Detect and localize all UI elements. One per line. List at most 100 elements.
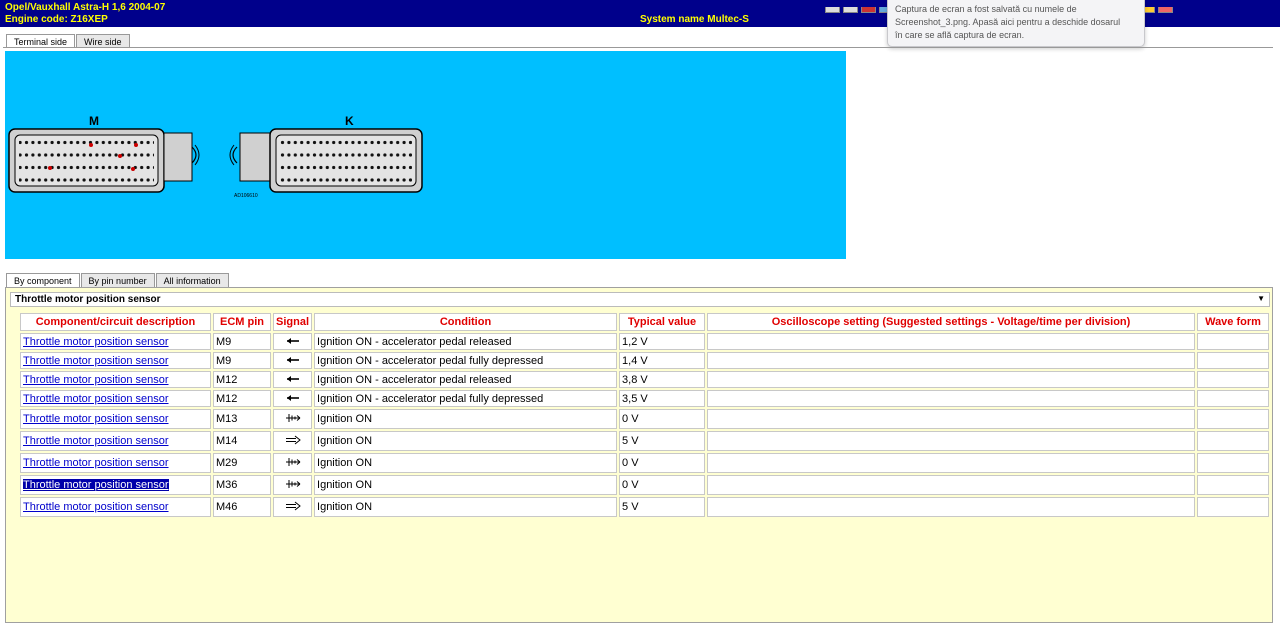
wave-form-cell	[1197, 371, 1270, 388]
info-tabs: By component By pin number All informati…	[6, 273, 230, 287]
table-row[interactable]: Throttle motor position sensor M14 Ignitio…	[20, 431, 1270, 451]
signal-cell	[273, 431, 313, 451]
ecm-pin-cell: M9	[213, 352, 271, 369]
arrow-left-icon	[286, 336, 300, 348]
arrow-left-icon	[286, 393, 300, 405]
component-link[interactable]: Throttle motor position sensor	[23, 501, 169, 513]
typical-value-cell: 5 V	[619, 431, 706, 451]
screenshot-notification[interactable]: Captura de ecran a fost salvată cu numel…	[887, 0, 1145, 47]
engine-code-label: Engine code: Z16XEP	[5, 14, 108, 25]
typical-value-cell: 3,5 V	[619, 390, 706, 407]
component-link[interactable]: Throttle motor position sensor	[23, 457, 169, 469]
description-cell: Throttle motor position sensor	[20, 333, 211, 350]
condition-cell: Ignition ON	[314, 431, 618, 451]
description-cell: Throttle motor position sensor	[20, 352, 211, 369]
condition-cell: Ignition ON	[314, 497, 618, 517]
signal-cell	[273, 497, 313, 517]
diagram-reference: AD106610	[234, 193, 258, 199]
ecm-pin-cell: M13	[213, 409, 271, 429]
connector-m-label: M	[89, 114, 99, 128]
condition-cell: Ignition ON - accelerator pedal released	[314, 371, 618, 388]
table-row[interactable]: Throttle motor position sensor M29 Ignitio…	[20, 453, 1270, 473]
wave-form-cell	[1197, 431, 1270, 451]
component-link[interactable]: Throttle motor position sensor	[23, 413, 169, 425]
wave-form-cell	[1197, 352, 1270, 369]
signal-cell	[273, 409, 313, 429]
condition-cell: Ignition ON	[314, 409, 618, 429]
oscilloscope-cell	[707, 453, 1196, 473]
oscilloscope-cell	[707, 352, 1196, 369]
wave-form-cell	[1197, 409, 1270, 429]
toolbar-button[interactable]	[825, 7, 840, 13]
component-select[interactable]: Throttle motor position sensor ▼	[10, 292, 1270, 307]
description-cell: Throttle motor position sensor	[20, 475, 211, 495]
component-link[interactable]: Throttle motor position sensor	[23, 336, 169, 348]
column-header: Condition	[314, 313, 618, 331]
wave-form-cell	[1197, 475, 1270, 495]
supply-arrow-icon	[285, 501, 301, 514]
table-header-row: Component/circuit description ECM pin Si…	[20, 313, 1270, 331]
arrow-left-icon	[286, 374, 300, 386]
condition-cell: Ignition ON	[314, 453, 618, 473]
chevron-down-icon[interactable]: ▼	[1257, 293, 1265, 305]
tab-by-component[interactable]: By component	[6, 273, 80, 287]
wave-form-cell	[1197, 497, 1270, 517]
component-link[interactable]: Throttle motor position sensor	[23, 393, 169, 405]
table-row[interactable]: Throttle motor position sensor M9 Ignition…	[20, 333, 1270, 350]
ecm-pin-cell: M14	[213, 431, 271, 451]
oscilloscope-cell	[707, 333, 1196, 350]
ecm-pin-cell: M9	[213, 333, 271, 350]
table-row[interactable]: Throttle motor position sensor M9 Ignition…	[20, 352, 1270, 369]
description-cell: Throttle motor position sensor	[20, 390, 211, 407]
column-header: Signal	[273, 313, 313, 331]
table-row[interactable]: Throttle motor position sensor M12 Ignitio…	[20, 390, 1270, 407]
signal-cell	[273, 371, 313, 388]
ecm-pin-cell: M29	[213, 453, 271, 473]
component-select-value: Throttle motor position sensor	[15, 294, 161, 305]
typical-value-cell: 0 V	[619, 453, 706, 473]
toolbar-button[interactable]	[1158, 7, 1173, 13]
notification-text: în care se află captura de ecran.	[895, 30, 1025, 40]
table-row[interactable]: Throttle motor position sensor M36 Ignitio…	[20, 475, 1270, 495]
condition-cell: Ignition ON - accelerator pedal fully de…	[314, 352, 618, 369]
column-header: ECM pin	[213, 313, 271, 331]
ground-icon	[285, 457, 301, 470]
signal-cell	[273, 390, 313, 407]
pin-data-table: Component/circuit description ECM pin Si…	[18, 311, 1272, 519]
ecm-pin-cell: M12	[213, 390, 271, 407]
component-link[interactable]: Throttle motor position sensor	[23, 435, 169, 447]
component-link[interactable]: Throttle motor position sensor	[23, 374, 169, 386]
divider	[3, 47, 1273, 48]
typical-value-cell: 3,8 V	[619, 371, 706, 388]
tab-wire-side[interactable]: Wire side	[76, 34, 130, 48]
oscilloscope-cell	[707, 409, 1196, 429]
connector-drawing: M K AD106610	[8, 114, 423, 199]
component-link[interactable]: Throttle motor position sensor	[23, 355, 169, 367]
toolbar-button[interactable]	[861, 7, 876, 13]
tab-terminal-side[interactable]: Terminal side	[6, 34, 76, 48]
column-header: Oscilloscope setting (Suggested settings…	[707, 313, 1196, 331]
ground-icon	[285, 479, 301, 492]
table-row[interactable]: Throttle motor position sensor M46 Ignitio…	[20, 497, 1270, 517]
table-row[interactable]: Throttle motor position sensor M12 Ignitio…	[20, 371, 1270, 388]
typical-value-cell: 1,4 V	[619, 352, 706, 369]
description-cell: Throttle motor position sensor	[20, 497, 211, 517]
component-link[interactable]: Throttle motor position sensor	[23, 479, 169, 491]
description-cell: Throttle motor position sensor	[20, 371, 211, 388]
tab-all-information[interactable]: All information	[155, 273, 229, 287]
notification-text: Screenshot_3.png. Apasă aici pentru a de…	[895, 17, 1121, 27]
ecm-pin-cell: M12	[213, 371, 271, 388]
connector-k-label: K	[345, 114, 354, 128]
condition-cell: Ignition ON - accelerator pedal released	[314, 333, 618, 350]
table-row[interactable]: Throttle motor position sensor M13 Ignitio…	[20, 409, 1270, 429]
tab-by-pin-number[interactable]: By pin number	[80, 273, 155, 287]
ecm-pin-cell: M36	[213, 475, 271, 495]
wave-form-cell	[1197, 390, 1270, 407]
system-name-label: System name Multec-S	[640, 14, 749, 25]
column-header: Wave form	[1197, 313, 1270, 331]
wave-form-cell	[1197, 453, 1270, 473]
description-cell: Throttle motor position sensor	[20, 431, 211, 451]
signal-cell	[273, 352, 313, 369]
typical-value-cell: 0 V	[619, 475, 706, 495]
toolbar-button[interactable]	[843, 7, 858, 13]
